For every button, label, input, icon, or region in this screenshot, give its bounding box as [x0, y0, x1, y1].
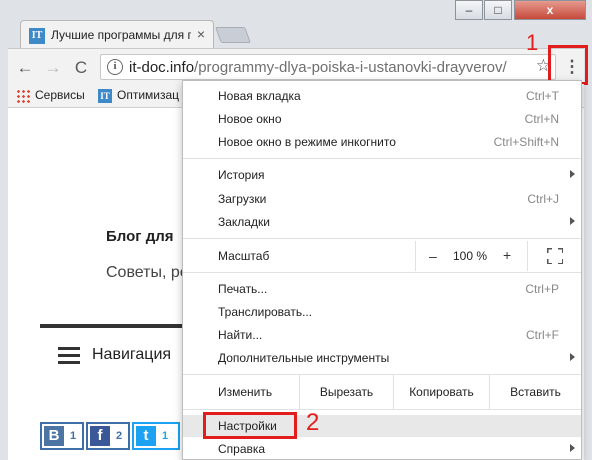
submenu-arrow-icon	[570, 170, 575, 178]
zoom-in-button[interactable]: +	[503, 247, 511, 263]
twitter-icon: t	[136, 426, 156, 446]
chrome-main-menu: Новая вкладка Ctrl+T Новое окно Ctrl+N Н…	[182, 80, 582, 460]
fullscreen-icon[interactable]	[547, 248, 563, 264]
menu-shortcut: Ctrl+T	[526, 89, 559, 103]
zoom-level: 100 %	[453, 249, 488, 263]
site-favicon-icon: IT	[98, 88, 112, 103]
menu-shortcut: Ctrl+N	[524, 112, 559, 126]
share-vk-button[interactable]: B 1	[40, 422, 84, 450]
menu-item-new-tab[interactable]: Новая вкладка Ctrl+T	[183, 85, 581, 107]
address-bar[interactable]: i it-doc.info/programmy-dlya-poiska-i-us…	[100, 54, 556, 80]
close-window-button[interactable]: x	[514, 0, 586, 20]
paste-button[interactable]: Вставить	[489, 375, 581, 409]
share-count: 1	[162, 430, 169, 442]
tab-title: Лучшие программы для поиска	[51, 28, 191, 42]
menu-item-label: Найти...	[218, 328, 263, 342]
share-count: 1	[70, 430, 77, 442]
menu-zoom-row: Масштаб – 100 % +	[183, 241, 581, 271]
menu-item-label: Печать...	[218, 282, 268, 296]
url-text[interactable]: it-doc.info/programmy-dlya-poiska-i-usta…	[129, 59, 507, 76]
menu-item-label: История	[218, 168, 265, 182]
browser-tab[interactable]: IT Лучшие программы для поиска ×	[20, 20, 214, 50]
menu-shortcut: Ctrl+Shift+N	[493, 135, 559, 149]
cut-button[interactable]: Вырезать	[299, 375, 393, 409]
menu-item-incognito[interactable]: Новое окно в режиме инкогнито Ctrl+Shift…	[183, 131, 581, 153]
url-path: /programmy-dlya-poiska-i-ustanovki-drayv…	[194, 59, 507, 76]
navigation-label[interactable]: Навигация	[92, 346, 171, 364]
menu-item-more-tools[interactable]: Дополнительные инструменты	[183, 347, 581, 369]
bookmark-optimization[interactable]: IT Оптимизац	[98, 88, 179, 103]
bookmark-label: Оптимизац	[117, 88, 180, 102]
vk-icon: B	[44, 426, 64, 446]
menu-item-label: Новое окно в режиме инкогнито	[218, 135, 396, 149]
divider	[40, 324, 190, 328]
menu-item-print[interactable]: Печать... Ctrl+P	[183, 278, 581, 300]
close-tab-icon[interactable]: ×	[193, 26, 209, 42]
submenu-arrow-icon	[570, 217, 575, 225]
menu-edit-row: Изменить Вырезать Копировать Вставить	[183, 375, 581, 409]
facebook-icon: f	[90, 426, 110, 446]
menu-shortcut: Ctrl+J	[527, 192, 559, 206]
zoom-divider	[527, 241, 528, 271]
menu-item-history[interactable]: История	[183, 164, 581, 186]
bookmark-apps[interactable]: Сервисы	[16, 88, 85, 103]
menu-shortcut: Ctrl+F	[526, 328, 559, 342]
browser-toolbar: ← → C i it-doc.info/programmy-dlya-poisk…	[8, 48, 584, 84]
menu-separator	[183, 409, 581, 410]
edit-label: Изменить	[218, 385, 273, 399]
site-info-icon[interactable]: i	[107, 59, 123, 75]
menu-shortcut: Ctrl+P	[525, 282, 559, 296]
menu-separator	[183, 272, 581, 273]
blog-heading: Блог для	[106, 228, 174, 245]
share-twitter-button[interactable]: t 1	[132, 422, 180, 450]
window-frame-left	[0, 0, 8, 460]
bookmark-label: Сервисы	[35, 88, 85, 102]
menu-item-label: Закладки	[218, 215, 270, 229]
copy-button[interactable]: Копировать	[393, 375, 489, 409]
maximize-button[interactable]: □	[484, 0, 512, 20]
minimize-button[interactable]: –	[455, 0, 483, 20]
menu-item-help[interactable]: Справка	[183, 438, 581, 460]
blog-tagline: Советы, ре	[106, 264, 189, 281]
new-tab-button[interactable]	[215, 27, 251, 43]
menu-separator	[183, 238, 581, 239]
site-favicon-icon: IT	[29, 28, 45, 44]
menu-item-downloads[interactable]: Загрузки Ctrl+J	[183, 188, 581, 210]
menu-item-label: Транслировать...	[218, 305, 313, 319]
reload-icon[interactable]: C	[70, 57, 92, 79]
back-arrow-icon[interactable]: ←	[14, 57, 36, 79]
apps-grid-icon	[16, 88, 30, 103]
menu-item-find[interactable]: Найти... Ctrl+F	[183, 324, 581, 346]
share-count: 2	[116, 430, 123, 442]
menu-item-new-window[interactable]: Новое окно Ctrl+N	[183, 108, 581, 130]
menu-item-bookmarks[interactable]: Закладки	[183, 211, 581, 233]
share-facebook-button[interactable]: f 2	[86, 422, 130, 450]
menu-item-label: Загрузки	[218, 192, 267, 206]
menu-item-label: Справка	[218, 442, 266, 456]
url-host: it-doc.info	[129, 59, 195, 76]
menu-item-label: Новое окно	[218, 112, 282, 126]
menu-item-cast[interactable]: Транслировать...	[183, 301, 581, 323]
settings-highlight	[203, 412, 297, 439]
submenu-arrow-icon	[570, 353, 575, 361]
hamburger-icon[interactable]	[58, 347, 80, 365]
forward-arrow-icon[interactable]: →	[42, 57, 64, 79]
zoom-out-button[interactable]: –	[429, 248, 437, 264]
menu-item-label: Дополнительные инструменты	[218, 351, 390, 365]
step-marker-2: 2	[306, 409, 320, 436]
step-marker-1: 1	[526, 30, 539, 55]
zoom-label: Масштаб	[218, 249, 270, 263]
menu-button-highlight	[548, 45, 588, 85]
menu-separator	[183, 158, 581, 159]
menu-item-label: Новая вкладка	[218, 89, 301, 103]
submenu-arrow-icon	[570, 444, 575, 452]
